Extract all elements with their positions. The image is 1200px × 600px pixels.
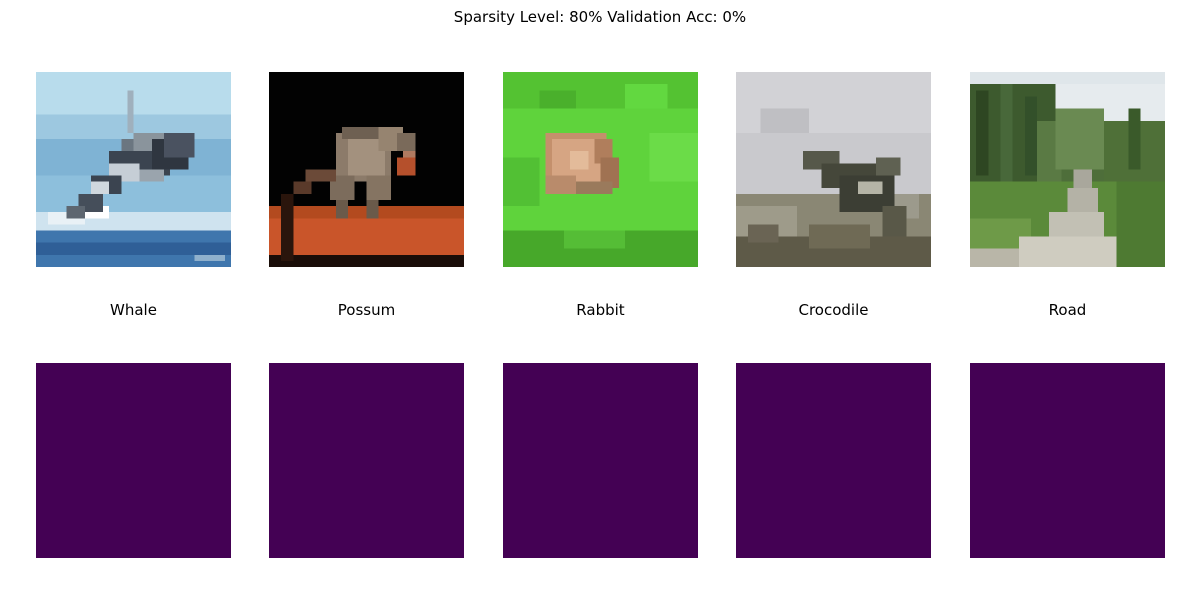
attribution-mask: [36, 363, 231, 558]
attribution-mask: [269, 363, 464, 558]
attribution-mask: [970, 363, 1165, 558]
attribution-mask: [736, 363, 931, 558]
sample-label: Rabbit: [576, 301, 625, 319]
crocodile-thumbnail: [736, 72, 931, 267]
rabbit-thumbnail: [503, 72, 698, 267]
sample-label: Road: [1048, 301, 1087, 319]
figure-title: Sparsity Level: 80% Validation Acc: 0%: [453, 8, 747, 26]
road-thumbnail: [970, 72, 1165, 267]
sample-label: Whale: [110, 301, 157, 319]
possum-thumbnail: [269, 72, 464, 267]
sample-label: Possum: [337, 301, 396, 319]
whale-thumbnail: [36, 72, 231, 267]
sample-label: Crocodile: [798, 301, 869, 319]
attribution-mask: [503, 363, 698, 558]
